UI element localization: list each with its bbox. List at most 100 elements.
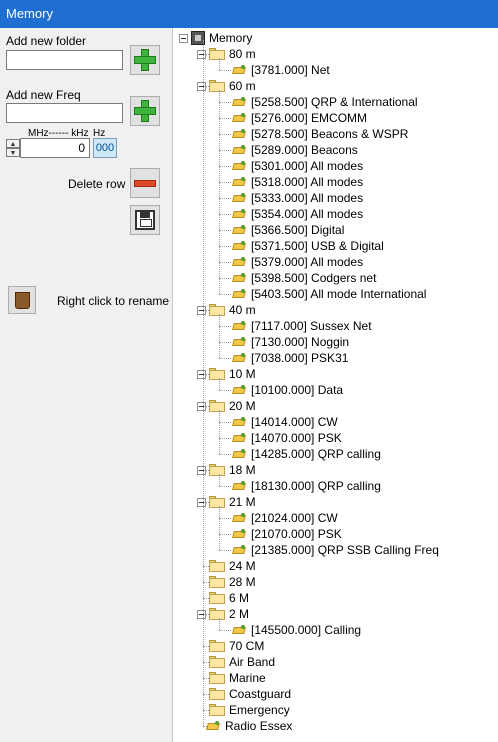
frequency-icon	[231, 273, 247, 283]
tree-folder[interactable]: 40 m	[197, 302, 256, 318]
frequency-icon	[231, 529, 247, 539]
spin-down-icon[interactable]: ▼	[6, 148, 20, 157]
tree-folder[interactable]: 6 M	[197, 590, 249, 606]
spin-up-icon[interactable]: ▲	[6, 139, 20, 148]
tree-connector	[219, 246, 231, 247]
tree-freq-item[interactable]: [7117.000] Sussex Net	[231, 318, 372, 334]
tree-freq-item[interactable]: [10100.000] Data	[231, 382, 343, 398]
tree-folder[interactable]: 28 M	[197, 574, 256, 590]
tree-folder[interactable]: 70 CM	[197, 638, 264, 654]
tree-folder[interactable]: 18 M	[197, 462, 256, 478]
collapse-toggle-icon[interactable]	[197, 369, 206, 379]
tree-freq-item[interactable]: [5354.000] All modes	[231, 206, 363, 222]
folder-icon	[209, 400, 225, 412]
save-button[interactable]	[130, 205, 160, 235]
tree-folder[interactable]: Marine	[197, 670, 266, 686]
tree-freq-item[interactable]: [5403.500] All mode International	[231, 286, 426, 302]
frequency-icon	[231, 513, 247, 523]
tree-freq-item[interactable]: [7038.000] PSK31	[231, 350, 348, 366]
tree-freq-item[interactable]: [14285.000] QRP calling	[231, 446, 381, 462]
node-label: [5403.500] All mode International	[251, 287, 427, 301]
node-label: [14285.000] QRP calling	[251, 447, 381, 461]
bucket-button[interactable]	[8, 286, 36, 314]
tree-folder[interactable]: 24 M	[197, 558, 256, 574]
tree-freq-item[interactable]: [21024.000] CW	[231, 510, 338, 526]
tree-freq-item[interactable]: Radio Essex	[205, 718, 292, 734]
tree-connector	[219, 262, 231, 263]
folder-icon	[209, 368, 225, 380]
frequency-icon	[205, 721, 221, 731]
tree-folder[interactable]: 2 M	[197, 606, 249, 622]
frequency-icon	[231, 97, 247, 107]
tree-freq-item[interactable]: [21385.000] QRP SSB Calling Freq	[231, 542, 439, 558]
add-freq-button[interactable]	[130, 96, 160, 126]
tree-freq-item[interactable]: [5289.000] Beacons	[231, 142, 358, 158]
tree-folder[interactable]: 80 m	[197, 46, 256, 62]
tree-folder[interactable]: Emergency	[197, 702, 290, 718]
collapse-toggle-icon[interactable]	[197, 401, 206, 411]
frequency-icon	[231, 209, 247, 219]
tree-freq-item[interactable]: [5371.500] USB & Digital	[231, 238, 384, 254]
tree-folder[interactable]: Coastguard	[197, 686, 291, 702]
tree-freq-item[interactable]: [145500.000] Calling	[231, 622, 361, 638]
folder-icon	[209, 608, 225, 620]
tree-freq-item[interactable]: [5379.000] All modes	[231, 254, 363, 270]
node-label: 10 M	[229, 367, 256, 381]
collapse-toggle-icon[interactable]	[197, 465, 206, 475]
tree-connector	[219, 454, 231, 455]
folder-icon	[209, 688, 225, 700]
frequency-icon	[231, 481, 247, 491]
frequency-icon	[231, 177, 247, 187]
tree-freq-item[interactable]: [5398.500] Codgers net	[231, 270, 376, 286]
collapse-toggle-icon[interactable]	[197, 81, 206, 91]
tree-connector	[219, 90, 220, 294]
tree-connector	[219, 358, 231, 359]
node-label: [5258.500] QRP & International	[251, 95, 418, 109]
add-freq-input[interactable]	[6, 103, 123, 123]
tree-freq-item[interactable]: [5318.000] All modes	[231, 174, 363, 190]
node-label: [5398.500] Codgers net	[251, 271, 377, 285]
tree-folder[interactable]: 21 M	[197, 494, 256, 510]
window-title: Memory	[6, 6, 53, 21]
delete-row-label: Delete row	[68, 177, 126, 191]
tree-connector	[219, 314, 220, 358]
tree-freq-item[interactable]: [14070.000] PSK	[231, 430, 342, 446]
tree-folder[interactable]: 20 M	[197, 398, 256, 414]
tree-freq-item[interactable]: [14014.000] CW	[231, 414, 338, 430]
tree-folder[interactable]: 10 M	[197, 366, 256, 382]
tree-freq-item[interactable]: [5258.500] QRP & International	[231, 94, 418, 110]
add-folder-button[interactable]	[130, 45, 160, 75]
tree-freq-item[interactable]: [5278.500] Beacons & WSPR	[231, 126, 408, 142]
node-label: Air Band	[229, 655, 276, 669]
tree-folder[interactable]: Air Band	[197, 654, 275, 670]
node-label: [14070.000] PSK	[251, 431, 342, 445]
freq-main-stepper[interactable]: 0	[20, 138, 90, 158]
tree-folder[interactable]: 60 m	[197, 78, 256, 94]
collapse-toggle-icon[interactable]	[179, 33, 188, 43]
folder-icon	[209, 496, 225, 508]
collapse-toggle-icon[interactable]	[197, 497, 206, 507]
tree-freq-item[interactable]: [18130.000] QRP calling	[231, 478, 381, 494]
collapse-toggle-icon[interactable]	[197, 305, 206, 315]
delete-row-button[interactable]	[130, 168, 160, 198]
add-folder-input[interactable]	[6, 50, 123, 70]
tree-freq-item[interactable]: [21070.000] PSK	[231, 526, 342, 542]
tree-freq-item[interactable]: [5301.000] All modes	[231, 158, 363, 174]
memory-tree[interactable]: Memory 80 m [3781.000] Net 60 m [5258.500] Q…	[173, 28, 498, 742]
freq-hz-field[interactable]: 000	[93, 138, 117, 158]
tree-freq-item[interactable]: [3781.000] Net	[231, 62, 330, 78]
tree-freq-item[interactable]: [5333.000] All modes	[231, 190, 363, 206]
tree-freq-item[interactable]: [5276.000] EMCOMM	[231, 110, 367, 126]
node-label: [145500.000] Calling	[251, 623, 362, 637]
collapse-toggle-icon[interactable]	[197, 609, 206, 619]
node-label: [10100.000] Data	[251, 383, 344, 397]
tree-freq-item[interactable]: [5366.500] Digital	[231, 222, 344, 238]
minus-icon	[134, 179, 156, 187]
tree-freq-item[interactable]: [7130.000] Noggin	[231, 334, 349, 350]
add-folder-label: Add new folder	[6, 34, 87, 48]
node-label: [14014.000] CW	[251, 415, 338, 429]
folder-icon	[209, 48, 225, 60]
tree-connector	[219, 506, 220, 550]
collapse-toggle-icon[interactable]	[197, 49, 206, 59]
tree-root-memory[interactable]: Memory	[179, 30, 252, 46]
